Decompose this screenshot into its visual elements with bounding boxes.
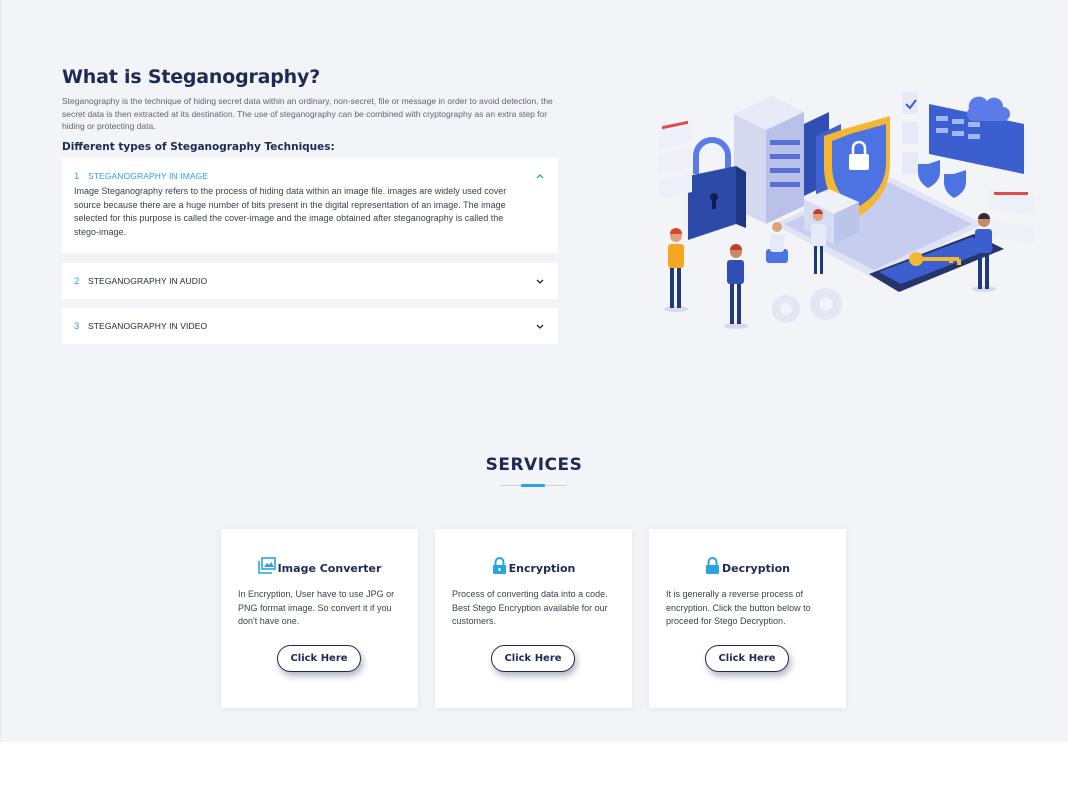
security-illustration [654,84,1038,334]
image-icon [257,557,276,579]
about-section: What is Steganography? Steganography is … [62,66,558,153]
accordion-item-audio: 2 STEGANOGRAPHY IN AUDIO [62,263,558,299]
lock-icon [492,557,507,579]
accordion-header-audio[interactable]: 2 STEGANOGRAPHY IN AUDIO [62,263,558,299]
chevron-down-icon[interactable] [534,320,546,332]
services-divider-accent [521,484,545,487]
card-description: Process of converting data into a code. … [452,589,608,626]
card-header: Image Converter [221,557,418,579]
accordion-label: STEGANOGRAPHY IN VIDEO [88,321,208,331]
service-card-encryption: Encryption Process of converting data in… [435,529,632,708]
card-header: Encryption [435,557,632,579]
card-title: Decryption [722,561,790,575]
techniques-subtitle: Different types of Steganography Techniq… [62,140,335,153]
accordion-item-image: 1 STEGANOGRAPHY IN IMAGE Image Steganogr… [62,158,558,253]
encryption-button[interactable]: Click Here [491,645,575,672]
chevron-up-icon[interactable] [534,170,546,182]
card-description: In Encryption, User have to use JPG or P… [238,589,395,626]
chevron-down-icon[interactable] [534,275,546,287]
accordion-label: STEGANOGRAPHY IN IMAGE [88,171,209,181]
accordion-number: 2 [74,275,80,287]
lock-icon [705,557,720,579]
accordion-header-video[interactable]: 3 STEGANOGRAPHY IN VIDEO [62,308,558,344]
card-description: It is generally a reverse process of enc… [666,589,811,626]
accordion-body-image: Image Steganography refers to the proces… [74,186,507,237]
card-title: Image Converter [277,561,382,575]
accordion-label: STEGANOGRAPHY IN AUDIO [88,276,208,286]
accordion-item-video: 3 STEGANOGRAPHY IN VIDEO [62,308,558,344]
service-card-decryption: Decryption It is generally a reverse pro… [649,529,846,708]
services-title: SERVICES [485,455,583,475]
accordion-number: 3 [74,320,80,332]
card-title: Encryption [508,561,576,575]
decryption-button[interactable]: Click Here [705,645,789,672]
image-converter-button[interactable]: Click Here [277,645,361,672]
about-description: Steganography is the technique of hiding… [62,96,553,131]
card-header: Decryption [649,557,846,579]
service-card-image-converter: Image Converter In Encryption, User have… [221,529,418,708]
accordion-number: 1 [74,170,80,182]
about-title: What is Steganography? [62,66,321,88]
